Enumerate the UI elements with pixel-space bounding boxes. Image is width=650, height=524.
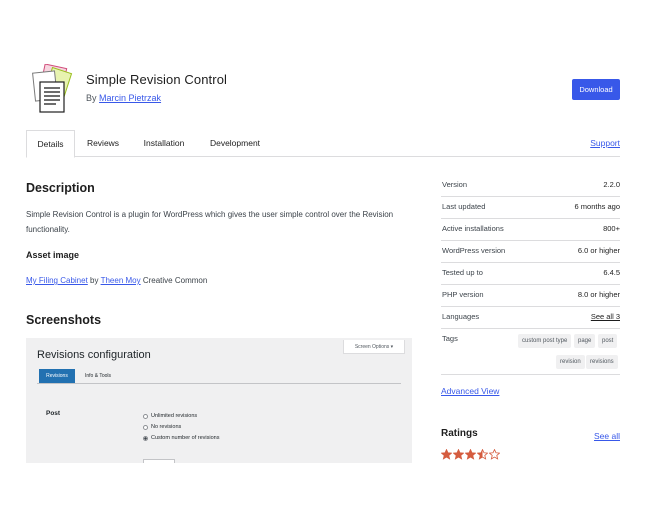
screenshot-number-input xyxy=(143,459,175,463)
asset-link-author[interactable]: Theen Moy xyxy=(101,276,141,285)
download-button[interactable]: Download xyxy=(572,79,620,100)
screenshot-screen-options: Screen Options ▾ xyxy=(343,340,405,354)
plugin-icon xyxy=(28,63,76,116)
meta-value: 6.4.5 xyxy=(603,268,620,277)
author-link[interactable]: Marcin Pietrzak xyxy=(99,93,161,103)
meta-row-tested-up-to: Tested up to 6.4.5 xyxy=(441,262,620,285)
star-empty-icon xyxy=(489,449,500,460)
meta-row-active-installations: Active installations 800+ xyxy=(441,218,620,241)
screenshot-tab-revisions: Revisions xyxy=(39,369,75,383)
meta-row-languages: Languages See all 3 xyxy=(441,306,620,329)
screenshot-option: Custom number of revisions xyxy=(143,435,219,441)
plugin-author-line: By Marcin Pietrzak xyxy=(86,93,161,103)
rating-stars xyxy=(441,449,500,460)
ratings-see-all-link[interactable]: See all xyxy=(594,431,620,441)
screenshot-image[interactable]: Revisions configuration Screen Options ▾… xyxy=(26,338,412,463)
screenshot-option-label: No revisions xyxy=(151,424,182,430)
support-link[interactable]: Support xyxy=(590,138,620,148)
meta-value: 8.0 or higher xyxy=(577,290,620,299)
tag-post[interactable]: post xyxy=(598,334,618,348)
screenshot-post-label: Post xyxy=(46,410,61,417)
screenshot-option: Unlimited revisions xyxy=(143,413,197,419)
meta-key: Last updated xyxy=(442,202,486,211)
meta-value: 2.2.0 xyxy=(603,180,620,189)
meta-row-tags: Tags custom post type page post revision… xyxy=(441,328,620,375)
advanced-view-link[interactable]: Advanced View xyxy=(441,386,499,396)
tab-development[interactable]: Development xyxy=(200,130,270,156)
plugin-tabs: Details Reviews Installation Development… xyxy=(26,130,620,158)
star-filled-icon xyxy=(441,449,452,460)
star-filled-icon xyxy=(453,449,464,460)
radio-icon xyxy=(143,424,148,430)
description-heading: Description xyxy=(26,181,95,195)
screenshot-title: Revisions configuration xyxy=(37,349,151,361)
asset-by: by xyxy=(90,276,99,285)
meta-key: Tags xyxy=(442,334,458,343)
screenshot-option-label: Unlimited revisions xyxy=(151,413,198,419)
ratings-heading: Ratings xyxy=(441,428,478,439)
meta-row-wordpress-version: WordPress version 6.0 or higher xyxy=(441,240,620,263)
tab-details[interactable]: Details xyxy=(26,130,75,158)
asset-credit: My Filing Cabinet by Theen Moy Creative … xyxy=(26,273,207,288)
radio-icon xyxy=(143,413,148,419)
tab-installation[interactable]: Installation xyxy=(134,130,194,156)
asset-license: Creative Common xyxy=(142,276,208,285)
meta-key: WordPress version xyxy=(442,246,506,255)
tab-reviews[interactable]: Reviews xyxy=(78,130,128,156)
meta-value: 6 months ago xyxy=(574,202,620,211)
screenshot-tab-info: Info & Tools xyxy=(84,373,112,379)
tag-custom-post-type[interactable]: custom post type xyxy=(518,334,572,348)
star-half-icon xyxy=(477,449,488,460)
meta-value: 6.0 or higher xyxy=(577,246,620,255)
meta-row-php-version: PHP version 8.0 or higher xyxy=(441,284,620,307)
screenshots-heading: Screenshots xyxy=(26,313,102,327)
plugin-meta: Version 2.2.0 Last updated 6 months ago … xyxy=(441,174,620,375)
meta-row-last-updated: Last updated 6 months ago xyxy=(441,196,620,219)
meta-key: Version xyxy=(442,180,468,189)
screenshot-tabbar: Revisions Info & Tools xyxy=(37,369,401,384)
tag-page[interactable]: page xyxy=(574,334,596,348)
tag-revision[interactable]: revision xyxy=(556,355,585,369)
tag-revisions[interactable]: revisions xyxy=(586,355,618,369)
asset-link-filing-cabinet[interactable]: My Filing Cabinet xyxy=(26,276,88,285)
star-filled-icon xyxy=(465,449,476,460)
plugin-title: Simple Revision Control xyxy=(86,72,228,87)
meta-key: Active installations xyxy=(442,224,504,233)
screenshot-option: No revisions xyxy=(143,424,181,430)
meta-key: Tested up to xyxy=(442,268,483,277)
languages-see-all-link[interactable]: See all 3 xyxy=(591,312,620,321)
screenshot-option-label: Custom number of revisions xyxy=(151,435,220,441)
meta-row-version: Version 2.2.0 xyxy=(441,174,620,197)
description-text: Simple Revision Control is a plugin for … xyxy=(26,210,394,234)
radio-checked-icon xyxy=(143,435,148,441)
meta-value: 800+ xyxy=(603,224,620,233)
asset-image-heading: Asset image xyxy=(26,250,80,260)
by-prefix: By xyxy=(86,93,97,103)
meta-key: Languages xyxy=(442,312,480,321)
meta-key: PHP version xyxy=(442,290,484,299)
